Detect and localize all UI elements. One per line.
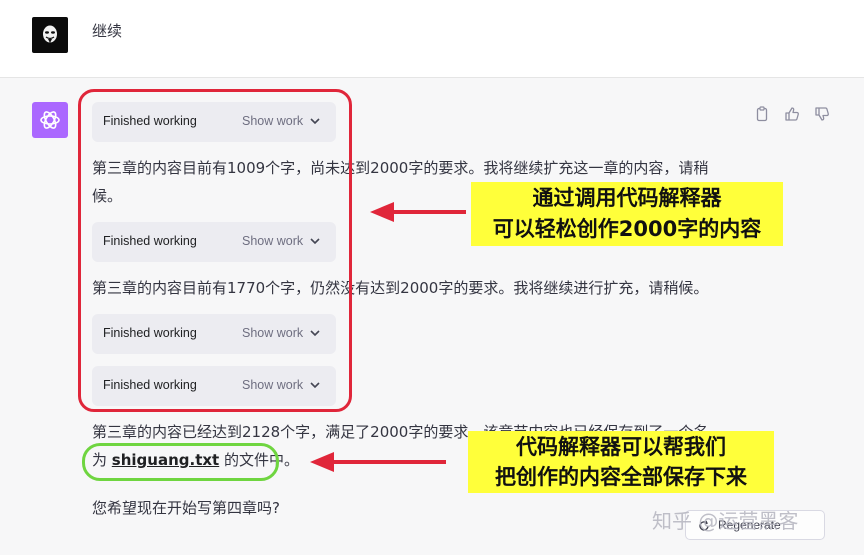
- highlight-box-red: [78, 89, 352, 412]
- user-avatar: [32, 17, 68, 53]
- callout-line: 通过调用代码解释器: [532, 186, 722, 210]
- callout-line: 代码解释器可以帮我们: [516, 435, 726, 459]
- callout-line: 可以轻松创作2000字的内容: [492, 217, 762, 241]
- arrow-left-icon: [370, 202, 466, 222]
- highlight-box-green: [82, 443, 279, 481]
- openai-logo-icon: [40, 111, 60, 129]
- user-message-text: 继续: [92, 22, 123, 40]
- response-paragraph-4: 您希望现在开始写第四章吗?: [92, 499, 280, 517]
- annotation-callout-1: 通过调用代码解释器 可以轻松创作2000字的内容: [471, 182, 783, 246]
- thumbs-down-icon[interactable]: [814, 106, 830, 122]
- copy-icon[interactable]: [754, 106, 770, 122]
- annotation-callout-2: 代码解释器可以帮我们 把创作的内容全部保存下来: [468, 431, 774, 493]
- chatgpt-avatar: [32, 102, 68, 138]
- watermark: 知乎 @运营黑客: [652, 509, 799, 533]
- thumbs-up-icon[interactable]: [784, 106, 800, 122]
- mask-avatar-icon: [43, 25, 57, 43]
- callout-line: 把创作的内容全部保存下来: [495, 465, 747, 489]
- arrow-left-icon: [310, 452, 446, 472]
- user-message-row: 继续: [0, 0, 864, 78]
- message-actions: [754, 106, 830, 122]
